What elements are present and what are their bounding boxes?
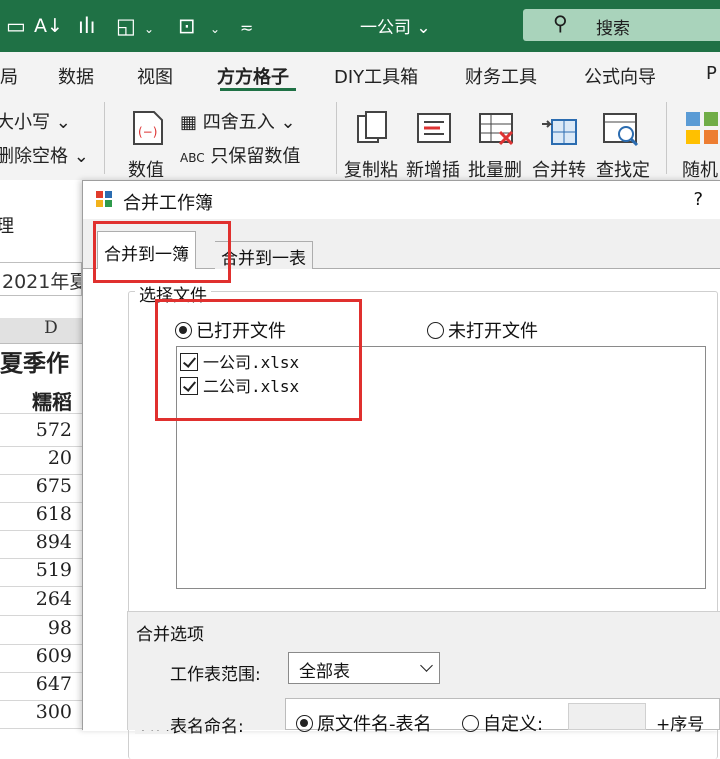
value-button[interactable]: 数值 bbox=[128, 156, 164, 182]
tab-formula-wizard[interactable]: 公式向导 bbox=[584, 63, 656, 89]
sheet-cell[interactable]: 300 bbox=[0, 701, 82, 729]
sheet-cell[interactable]: 618 bbox=[0, 503, 82, 531]
chart-icon[interactable]: ılı bbox=[78, 12, 96, 40]
radio-unselected-icon bbox=[427, 322, 444, 339]
round-icon: ▦ bbox=[180, 112, 198, 133]
tab-view[interactable]: 视图 bbox=[137, 63, 173, 89]
sheet-range-select[interactable]: 全部表 bbox=[288, 652, 440, 684]
radio-filename-sheetname[interactable]: 原文件名-表名 bbox=[296, 710, 432, 736]
ribbon-separator bbox=[336, 102, 337, 174]
insert-button[interactable]: 新增插 bbox=[406, 156, 460, 182]
tab-fangfang[interactable]: 方方格子 bbox=[217, 63, 289, 89]
chevron-down-icon bbox=[420, 659, 433, 672]
ribbon: 大小写 ⌄ 删除空格 ⌄ 更多 ⌄ (−) 数值 ▦ 四舍五入 ⌄ ABC 只保… bbox=[0, 98, 720, 201]
merge-convert-icon[interactable] bbox=[538, 108, 578, 148]
active-tab-underline bbox=[220, 88, 296, 91]
name-box[interactable]: 2021年夏 bbox=[0, 262, 82, 296]
sheet-cell[interactable]: 572 bbox=[0, 419, 82, 447]
svg-text:(−): (−) bbox=[138, 125, 157, 139]
random-button[interactable]: 随机 bbox=[682, 156, 718, 182]
round-button[interactable]: ▦ 四舍五入 ⌄ bbox=[180, 108, 296, 134]
sheet-range-label: 工作表范围: bbox=[170, 665, 261, 685]
radio-selected-icon bbox=[296, 715, 313, 732]
app-logo-icon bbox=[96, 191, 112, 207]
sheet-cell[interactable]: 647 bbox=[0, 673, 82, 701]
value-icon[interactable]: (−) bbox=[128, 108, 168, 148]
batch-delete-icon[interactable] bbox=[476, 108, 516, 148]
find-locate-button[interactable]: 查找定 bbox=[596, 156, 650, 182]
merge-options-label: 合并选项 bbox=[132, 620, 208, 645]
suffix-label: +序号 bbox=[656, 715, 705, 735]
customize-icon[interactable]: ≂ bbox=[240, 14, 253, 42]
sheet-cell[interactable]: 894 bbox=[0, 531, 82, 559]
sheet-title-cell[interactable]: 夏季作 bbox=[0, 344, 82, 380]
save-icon[interactable]: ▭ bbox=[6, 12, 26, 40]
ribbon-separator bbox=[666, 102, 667, 174]
insert-icon[interactable] bbox=[414, 108, 454, 148]
ribbon-tabs: 局 数据 视图 方方格子 DIY工具箱 财务工具 公式向导 P bbox=[0, 52, 720, 98]
naming-label: 表名命名: bbox=[170, 717, 244, 737]
column-header-d[interactable]: D bbox=[0, 318, 82, 344]
tab-diy-toolbox[interactable]: DIY工具箱 bbox=[334, 63, 418, 89]
search-box[interactable]: ⚲ 搜索 bbox=[523, 9, 720, 41]
abc-icon: ABC bbox=[180, 151, 205, 165]
batch-delete-button[interactable]: 批量删 bbox=[468, 156, 522, 182]
find-locate-icon[interactable] bbox=[600, 108, 640, 148]
search-icon: ⚲ bbox=[553, 11, 568, 35]
radio-unopened-files[interactable]: 未打开文件 bbox=[427, 317, 538, 343]
merge-convert-button[interactable]: 合并转 bbox=[532, 156, 586, 182]
highlight-box-files bbox=[155, 299, 362, 421]
sheet-cell[interactable]: 20 bbox=[0, 447, 82, 475]
ribbon-separator bbox=[104, 102, 105, 174]
copy-paste-button[interactable]: 复制粘 bbox=[344, 156, 398, 182]
chevron-down-icon[interactable]: ⌄ bbox=[144, 15, 154, 43]
shapes-icon[interactable]: ◱ bbox=[116, 12, 136, 40]
search-label: 搜索 bbox=[596, 19, 630, 39]
radio-unselected-icon bbox=[462, 715, 479, 732]
chevron-down-icon[interactable]: ⌄ bbox=[210, 15, 220, 43]
sheet-header-cell[interactable]: 糯稻 bbox=[0, 386, 82, 414]
sheet-cell[interactable]: 609 bbox=[0, 645, 82, 673]
title-bar: ▭ A↓ ılı ◱ ⌄ ⊡ ⌄ ≂ 一公司 ⌄ ⚲ 搜索 bbox=[0, 0, 720, 52]
tab-layout[interactable]: 局 bbox=[0, 63, 18, 89]
tab-more[interactable]: P bbox=[706, 63, 717, 84]
radio-custom-name[interactable]: 自定义: bbox=[462, 710, 543, 736]
textbox-icon[interactable]: ⊡ bbox=[178, 12, 196, 40]
tab-data[interactable]: 数据 bbox=[58, 63, 94, 89]
sheet-cell[interactable]: 98 bbox=[0, 617, 82, 645]
copy-paste-icon[interactable] bbox=[352, 108, 392, 148]
sort-icon[interactable]: A↓ bbox=[34, 12, 63, 40]
sheet-cell[interactable]: 675 bbox=[0, 475, 82, 503]
ribbon-group-label: 理 bbox=[0, 216, 14, 237]
custom-name-input[interactable] bbox=[568, 703, 646, 730]
remove-spaces-button[interactable]: 删除空格 ⌄ bbox=[0, 142, 89, 168]
dialog-title: 合并工作簿 bbox=[123, 193, 213, 214]
keep-values-button[interactable]: ABC 只保留数值 bbox=[180, 142, 300, 168]
dialog-title-bar: 合并工作簿 ? bbox=[83, 181, 720, 219]
case-button[interactable]: 大小写 ⌄ bbox=[0, 108, 71, 134]
highlight-box-tab bbox=[93, 221, 231, 283]
help-button[interactable]: ? bbox=[693, 189, 703, 210]
tab-finance-tools[interactable]: 财务工具 bbox=[465, 63, 537, 89]
sheet-cell[interactable]: 264 bbox=[0, 588, 82, 616]
sheet-cell[interactable]: 519 bbox=[0, 559, 82, 587]
random-icon[interactable] bbox=[684, 108, 720, 148]
document-name[interactable]: 一公司 ⌄ bbox=[360, 13, 431, 38]
